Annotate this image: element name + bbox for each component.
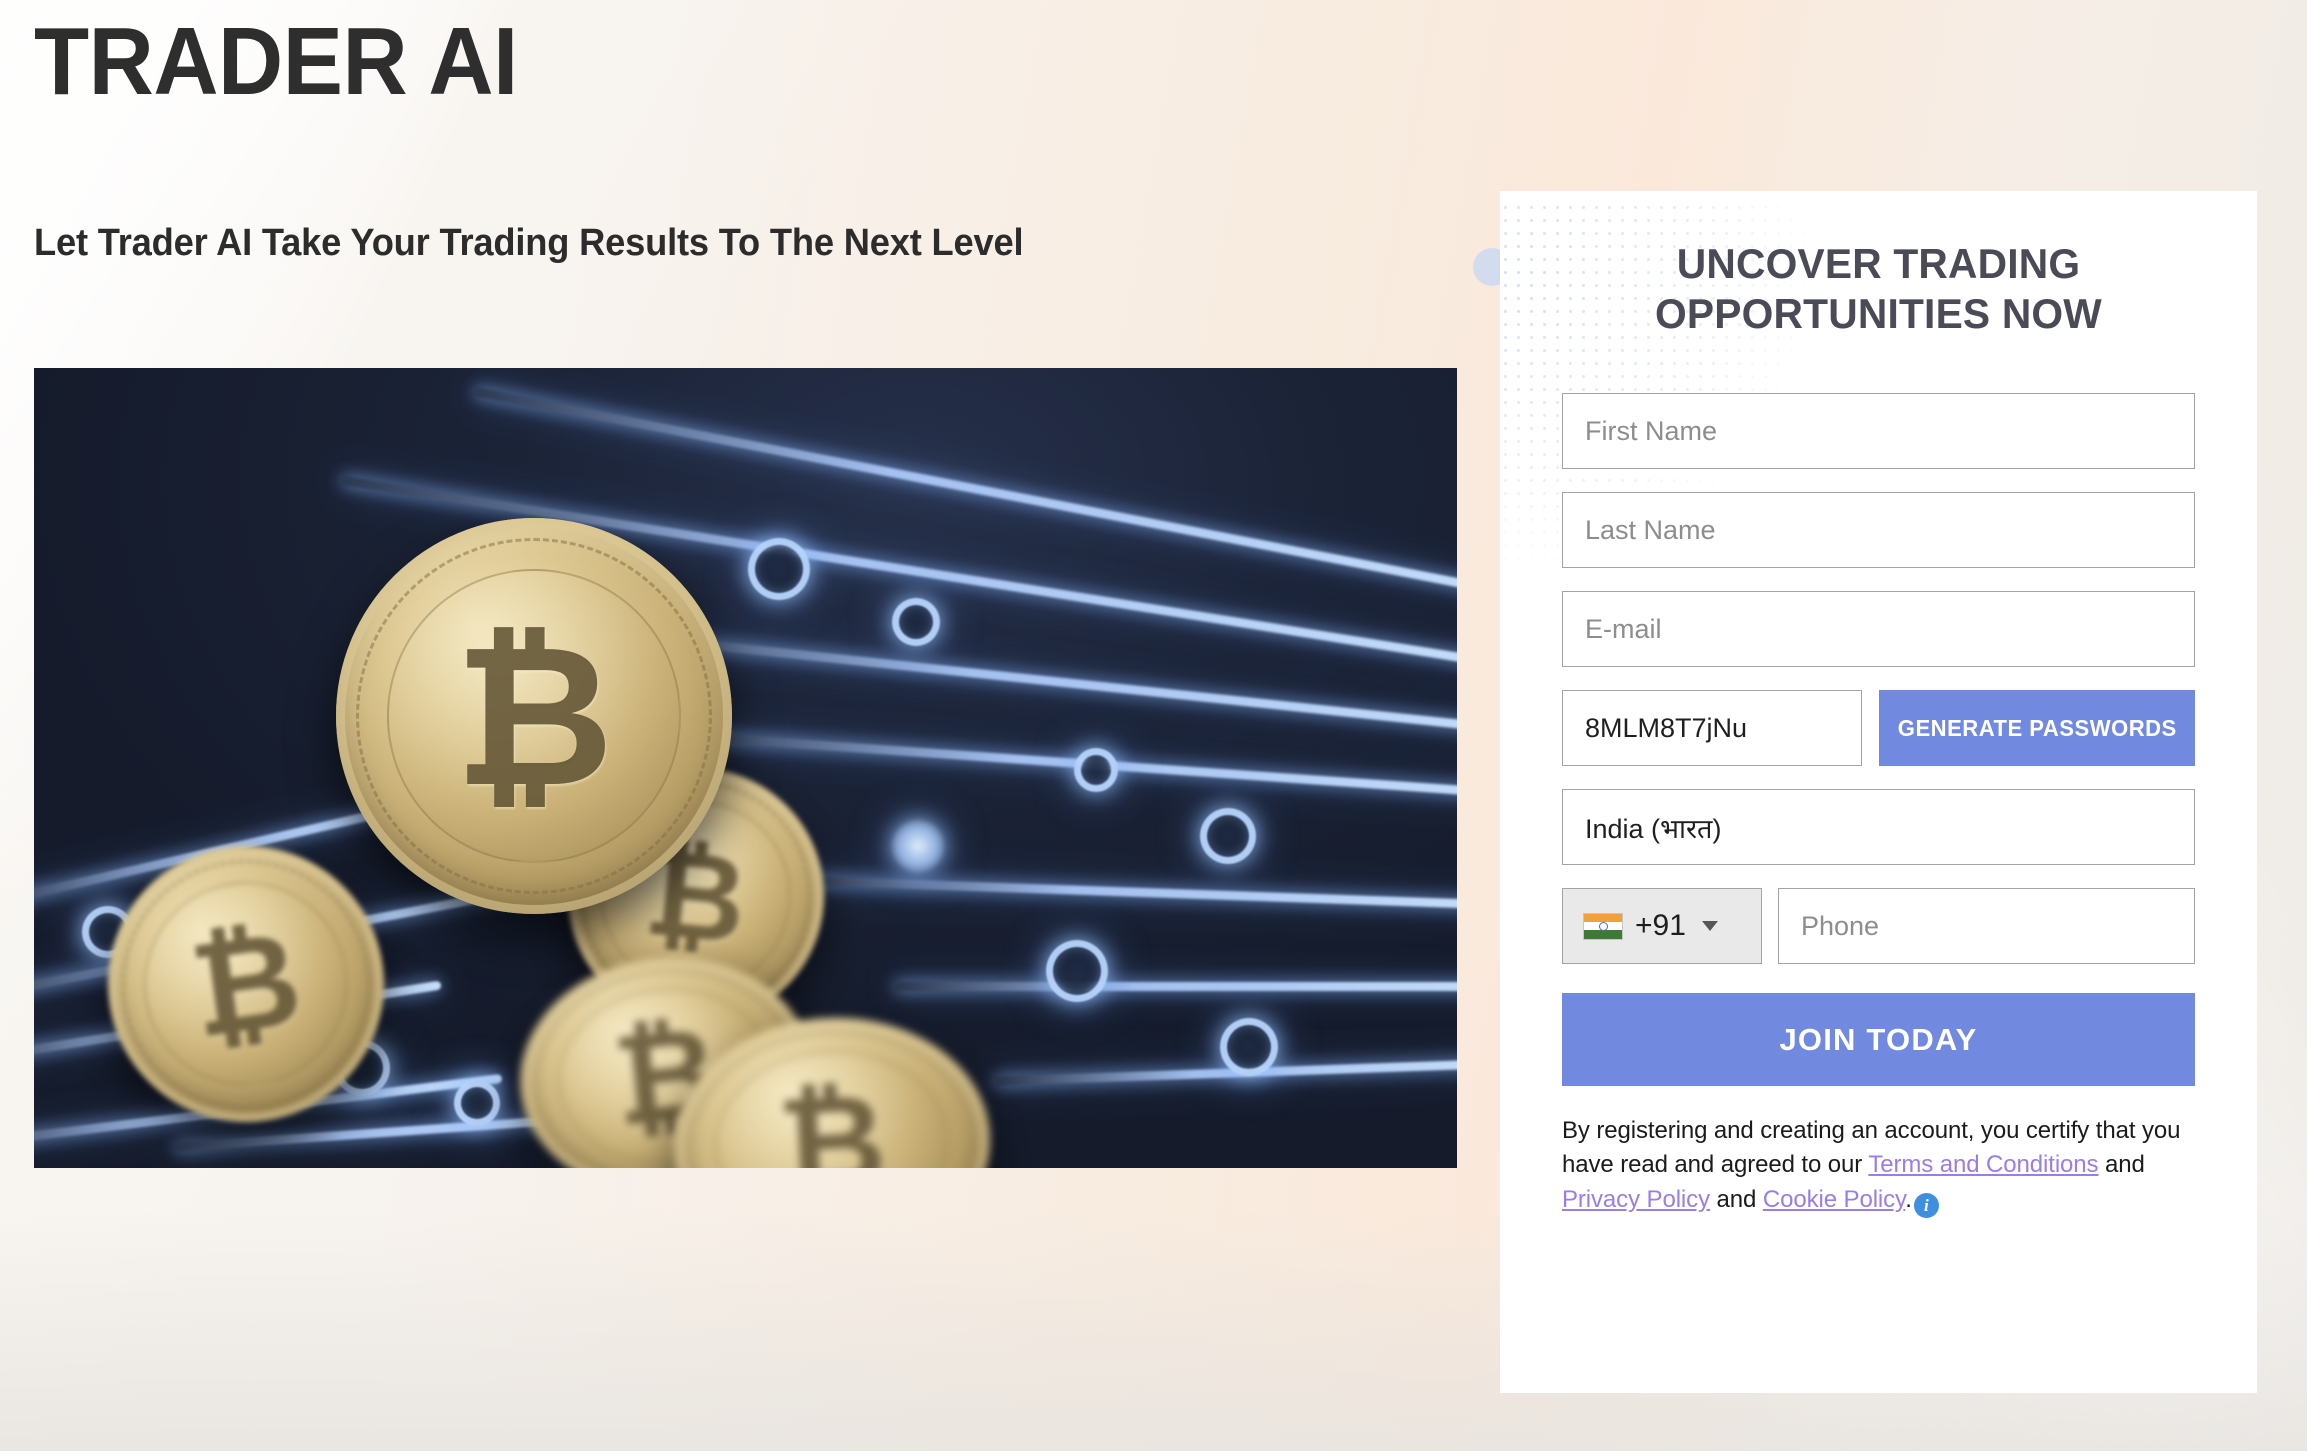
email-input[interactable]: [1562, 591, 2195, 668]
legal-text-part2: and: [2098, 1151, 2145, 1179]
chevron-down-icon: [1701, 921, 1718, 932]
india-flag-icon: [1583, 912, 1623, 940]
form-heading: UNCOVER TRADING OPPORTUNITIES NOW: [1655, 240, 2102, 337]
bitcoin-coin-main: ₿: [336, 518, 732, 914]
legal-text-part4: .: [1905, 1185, 1912, 1213]
legal-text-part3: and: [1709, 1185, 1763, 1213]
page-title: TRADER AI: [34, 8, 518, 115]
registration-form-panel: UNCOVER TRADING OPPORTUNITIES NOW GENERA…: [1500, 191, 2257, 1393]
last-name-input[interactable]: [1562, 492, 2195, 569]
country-code-select[interactable]: +91: [1562, 888, 1762, 965]
bitcoin-coin-front-right: ₿: [667, 1009, 997, 1168]
terms-and-conditions-link[interactable]: Terms and Conditions: [1868, 1151, 2098, 1178]
phone-row: +91: [1562, 888, 2195, 965]
password-row: GENERATE PASSWORDS: [1562, 690, 2195, 767]
password-input[interactable]: [1562, 690, 1862, 767]
info-icon[interactable]: i: [1913, 1193, 1939, 1219]
legal-disclaimer: By registering and creating an account, …: [1562, 1114, 2195, 1219]
country-code-label: +91: [1635, 909, 1686, 943]
generate-passwords-label: GENERATE PASSWORDS: [1897, 714, 2177, 741]
phone-input[interactable]: [1778, 888, 2195, 965]
country-input[interactable]: [1562, 789, 2195, 866]
hero-image: ₿ ₿ ₿ ₿ ₿: [34, 368, 1457, 1168]
join-today-button[interactable]: JOIN TODAY: [1562, 993, 2195, 1087]
privacy-policy-link[interactable]: Privacy Policy: [1562, 1186, 1710, 1213]
generate-passwords-button[interactable]: GENERATE PASSWORDS: [1879, 690, 2195, 767]
page-root: TRADER AI Let Trader AI Take Your Tradin…: [0, 0, 2307, 1451]
cookie-policy-link[interactable]: Cookie Policy: [1763, 1186, 1905, 1213]
hero-subtitle: Let Trader AI Take Your Trading Results …: [34, 222, 1024, 264]
first-name-input[interactable]: [1562, 393, 2195, 470]
